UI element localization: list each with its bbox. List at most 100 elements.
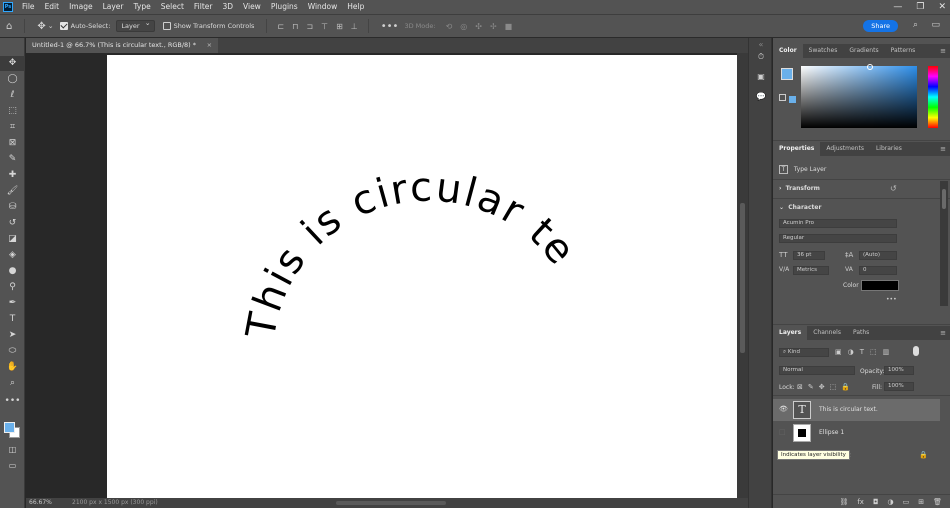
tab-layers[interactable]: Layers [773, 326, 808, 340]
menu-window[interactable]: Window [303, 0, 343, 14]
transform-section[interactable]: › Transform [779, 185, 820, 192]
menu-file[interactable]: File [17, 0, 40, 14]
layer-row-ellipse[interactable]: □ Ellipse 1 [773, 422, 940, 444]
menu-image[interactable]: Image [64, 0, 98, 14]
brush-tool-icon[interactable]: 🖌 [0, 184, 25, 199]
character-section[interactable]: ⌄ Character [779, 204, 821, 211]
layer-filter-icons[interactable]: ▣◑T⬚▥ [835, 348, 895, 356]
healing-brush-tool-icon[interactable]: ✚ [0, 168, 25, 183]
3d-pan-icon[interactable]: ✣ [475, 22, 482, 31]
edit-toolbar-icon[interactable]: ••• [0, 394, 25, 409]
color-picker-cursor[interactable] [867, 64, 873, 70]
move-tool-icon[interactable]: ✥ [37, 21, 45, 32]
properties-scrollbar[interactable] [940, 181, 948, 306]
reset-transform-icon[interactable]: ↺ [890, 184, 897, 193]
panel-menu-icon[interactable]: ≡ [940, 44, 946, 58]
3d-scale-icon[interactable]: ■ [505, 22, 513, 31]
document-tab[interactable]: Untitled-1 @ 66.7% (This is circular tex… [26, 38, 219, 53]
align-top-icon[interactable]: ⊤ [321, 22, 328, 31]
link-layers-icon[interactable]: ⛓ [839, 498, 848, 506]
layer-name[interactable]: Ellipse 1 [819, 429, 844, 436]
layer-name[interactable]: This is circular text. [819, 406, 878, 413]
maximize-button[interactable]: ❐ [916, 0, 924, 14]
hand-tool-icon[interactable]: ✋ [0, 360, 25, 375]
lock-icons[interactable]: ⊠✎✥⬚🔒 [797, 383, 855, 391]
align-left-icon[interactable]: ⊏ [277, 22, 284, 31]
eyedropper-tool-icon[interactable]: ✎ [0, 152, 25, 167]
3d-orbit-icon[interactable]: ⟲ [446, 22, 453, 31]
path-selection-tool-icon[interactable]: ➤ [0, 328, 25, 343]
tab-swatches[interactable]: Swatches [803, 44, 844, 58]
auto-select-target-dropdown[interactable]: Layer [116, 19, 155, 32]
canvas-horizontal-scrollbar[interactable] [336, 501, 446, 505]
menu-help[interactable]: Help [342, 0, 369, 14]
more-options-icon[interactable]: ••• [381, 21, 399, 32]
collapse-panels-icon[interactable]: « [749, 40, 773, 49]
marquee-tool-icon[interactable]: ◯ [0, 72, 25, 87]
eye-icon[interactable]: 👁 [779, 405, 788, 413]
eraser-tool-icon[interactable]: ◪ [0, 232, 25, 247]
canvas-area[interactable]: This is circular text. [26, 53, 737, 498]
tab-gradients[interactable]: Gradients [843, 44, 884, 58]
more-options-icon[interactable]: ••• [886, 296, 897, 303]
auto-select-checkbox[interactable] [59, 22, 68, 30]
frame-tool-icon[interactable]: ⊠ [0, 136, 25, 151]
delete-layer-icon[interactable]: 🗑 [933, 498, 942, 506]
align-bottom-icon[interactable]: ⊥ [351, 22, 358, 31]
lasso-tool-icon[interactable]: ℓ [0, 88, 25, 103]
scrollbar-thumb[interactable] [740, 203, 745, 353]
history-panel-icon[interactable]: ⏱ [749, 52, 773, 62]
tool-preset-chevron-icon[interactable]: ⌄ [48, 22, 54, 30]
layer-row-text[interactable]: 👁 T This is circular text. [773, 399, 940, 421]
menu-edit[interactable]: Edit [40, 0, 65, 14]
blur-tool-icon[interactable]: ● [0, 264, 25, 279]
tab-adjustments[interactable]: Adjustments [820, 142, 870, 156]
menu-type[interactable]: Type [129, 0, 156, 14]
workspace-icon[interactable]: ▭ [931, 20, 940, 30]
minimize-button[interactable]: — [893, 0, 902, 14]
adjustment-layer-icon[interactable]: ◑ [888, 498, 894, 506]
panel-menu-icon[interactable]: ≡ [940, 326, 946, 340]
circular-text-graphic[interactable]: This is circular text. [107, 55, 737, 498]
filter-toggle[interactable] [913, 346, 919, 356]
new-layer-icon[interactable]: ⊞ [918, 498, 924, 506]
tab-paths[interactable]: Paths [847, 326, 875, 340]
show-transform-checkbox[interactable] [162, 22, 171, 30]
layer-style-icon[interactable]: fx [857, 498, 864, 506]
menu-plugins[interactable]: Plugins [266, 0, 303, 14]
font-size-field[interactable]: 36 pt [793, 251, 825, 260]
dodge-tool-icon[interactable]: ⚲ [0, 280, 25, 295]
3d-roll-icon[interactable]: ◎ [460, 22, 467, 31]
opacity-field[interactable]: 100% [884, 366, 914, 375]
object-selection-tool-icon[interactable]: ⬚ [0, 104, 25, 119]
history-brush-tool-icon[interactable]: ↺ [0, 216, 25, 231]
share-button[interactable]: Share [863, 20, 898, 32]
close-tab-icon[interactable]: × [207, 38, 212, 53]
tab-properties[interactable]: Properties [773, 142, 821, 156]
move-tool-icon[interactable]: ✥ [0, 56, 25, 71]
menu-filter[interactable]: Filter [189, 0, 218, 14]
menu-select[interactable]: Select [156, 0, 189, 14]
font-style-dropdown[interactable]: Regular [779, 234, 897, 243]
color-panel-foreground-swatch[interactable] [781, 68, 793, 80]
pen-tool-icon[interactable]: ✒ [0, 296, 25, 311]
tab-color[interactable]: Color [773, 44, 803, 58]
scrollbar-thumb[interactable] [942, 189, 946, 209]
menu-view[interactable]: View [238, 0, 266, 14]
zoom-level[interactable]: 66.67% [29, 498, 52, 508]
kerning-field[interactable]: Metrics [793, 266, 829, 275]
comments-panel-icon[interactable]: 💬 [749, 92, 773, 101]
align-right-icon[interactable]: ⊐ [306, 22, 313, 31]
type-tool-icon[interactable]: T [0, 312, 25, 327]
canvas-vertical-scrollbar[interactable] [737, 53, 748, 498]
hue-slider[interactable] [928, 66, 938, 128]
align-center-icon[interactable]: ⊓ [292, 22, 298, 31]
close-window-button[interactable]: ✕ [938, 0, 946, 14]
document-canvas[interactable]: This is circular text. [107, 55, 737, 498]
screen-mode-icon[interactable]: ▭ [0, 458, 25, 473]
3d-slide-icon[interactable]: ✢ [490, 22, 497, 31]
new-group-icon[interactable]: ▭ [903, 498, 910, 506]
crop-tool-icon[interactable]: ⌗ [0, 120, 25, 135]
fill-field[interactable]: 100% [884, 382, 914, 391]
document-dimensions[interactable]: 2100 px x 1500 px (300 ppi) [72, 498, 158, 508]
